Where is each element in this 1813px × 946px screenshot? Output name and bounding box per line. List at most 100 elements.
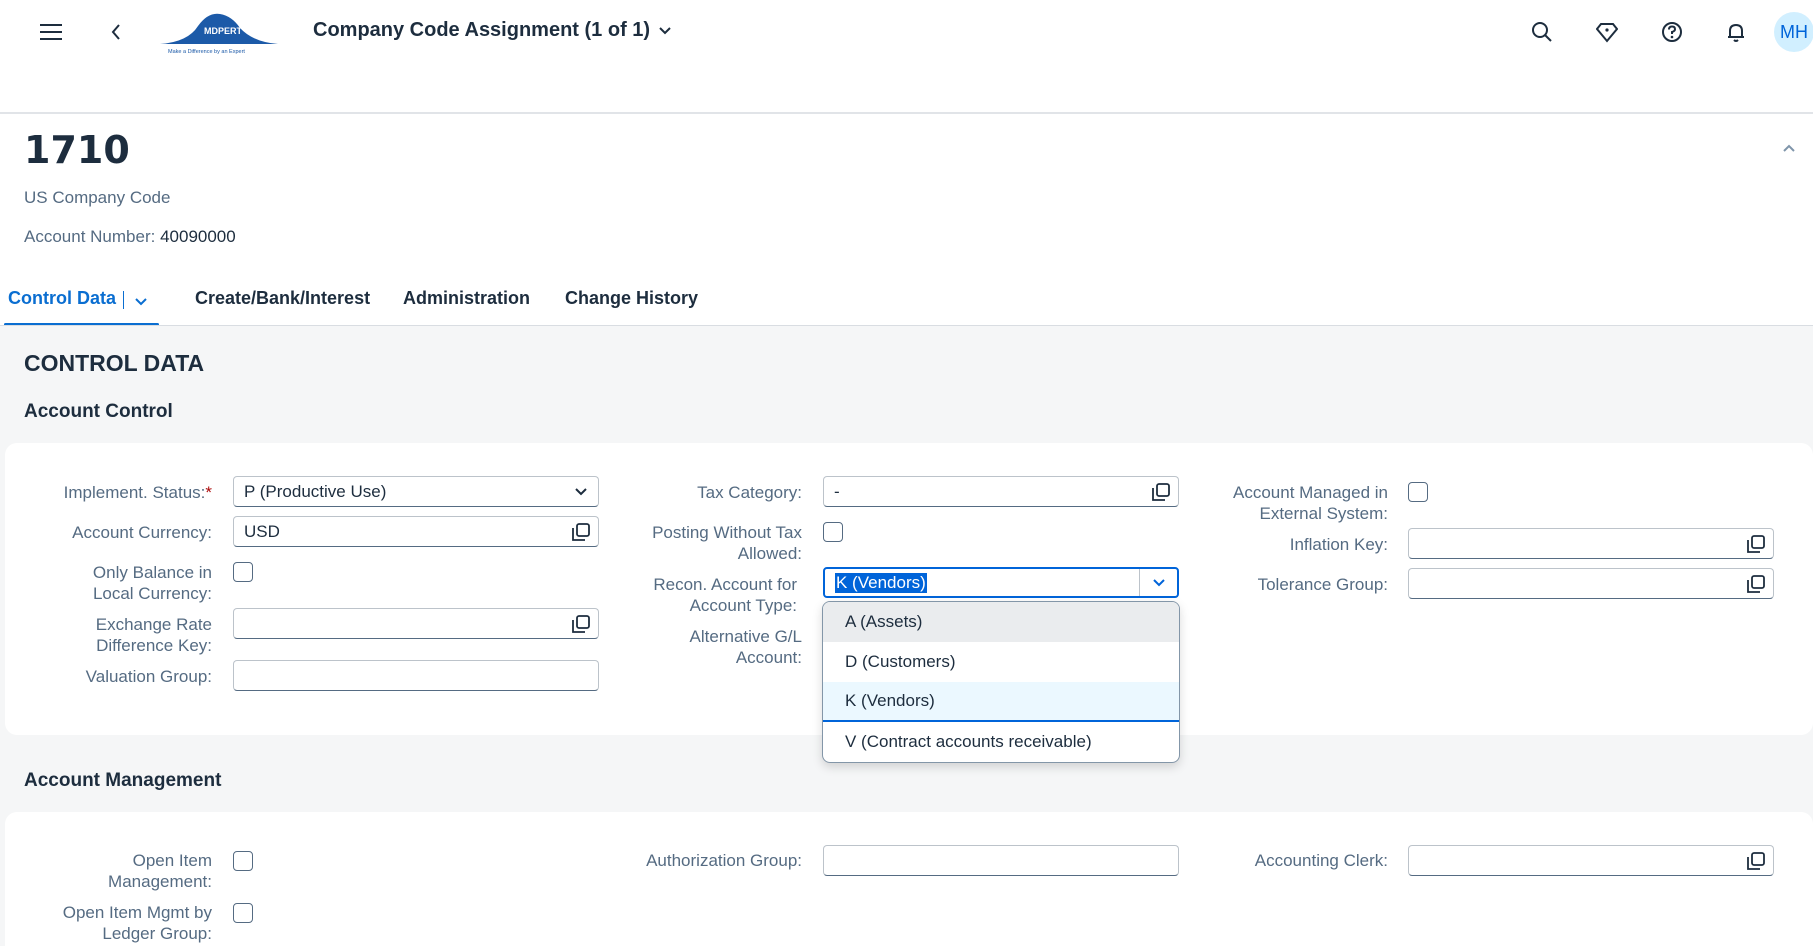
account-number-label: Account Number: [24,227,156,246]
account-management-card [5,812,1813,946]
posting-without-tax-checkbox[interactable] [823,522,843,542]
tax-category-input[interactable]: - [823,476,1179,507]
value-help-icon[interactable] [1745,850,1767,872]
tab-divider [123,291,124,309]
value-help-icon[interactable] [1745,573,1767,595]
account-management-title: Account Management [24,770,222,791]
value-help-icon[interactable] [1745,533,1767,555]
header-divider [0,112,1813,114]
dropdown-option[interactable]: V (Contract accounts receivable) [823,722,1179,762]
chevron-down-icon[interactable] [570,481,592,503]
open-item-checkbox[interactable] [233,851,253,871]
implement-status-label-text: Implement. Status: [63,483,206,502]
value-help-icon[interactable] [570,521,592,543]
alternative-gl-label: Alternative G/L Account: [690,626,802,668]
implement-status-select[interactable]: P (Productive Use) [233,476,599,507]
tab-label: Administration [403,288,531,308]
implement-status-value: P (Productive Use) [244,481,387,501]
label-line: External System: [1259,504,1389,523]
label-line: Management: [108,872,212,891]
label-line: Local Currency: [92,584,212,603]
diamond-icon[interactable] [1591,16,1623,48]
shell-bar: MDPERT Make a Difference by an Expert Co… [0,0,1813,64]
open-item-label: Open Item Management: [108,850,212,892]
authorization-group-label: Authorization Group: [646,851,802,870]
label-line: Posting Without Tax [652,523,802,542]
label-line: Difference Key: [96,636,212,655]
open-item-ledger-label: Open Item Mgmt by Ledger Group: [63,902,212,944]
only-balance-checkbox[interactable] [233,562,253,582]
open-item-ledger-checkbox[interactable] [233,903,253,923]
collapse-header-icon[interactable] [1782,140,1796,158]
tax-category-label: Tax Category: [697,483,802,502]
valuation-group-input[interactable] [233,660,599,691]
posting-without-tax-label: Posting Without Tax Allowed: [652,522,802,564]
tab-bar: Control Data Create/Bank/Interest Admini… [0,280,1813,326]
tabs-divider [0,325,1813,326]
account-number-value: 40090000 [160,227,236,246]
app-title[interactable]: Company Code Assignment (1 of 1) [313,19,672,42]
tax-category-value: - [834,481,840,501]
option-label: A (Assets) [845,612,923,631]
option-label: K (Vendors) [845,691,935,710]
tab-control-data[interactable]: Control Data [8,288,116,309]
account-control-title: Account Control [24,401,173,422]
value-help-icon[interactable] [1150,481,1172,503]
tab-administration[interactable]: Administration [403,288,530,309]
account-currency-input[interactable]: USD [233,516,599,547]
option-label: D (Customers) [845,652,956,671]
accounting-clerk-label: Accounting Clerk: [1254,851,1388,870]
inflation-key-label: Inflation Key: [1289,535,1388,554]
authorization-group-input[interactable] [823,845,1179,876]
recon-account-value: K (Vendors) [835,572,927,593]
recon-account-label: Recon. Account for Account Type: [653,574,797,616]
label-line: Recon. Account for [653,575,797,594]
option-label: V (Contract accounts receivable) [845,732,1092,751]
exchange-rate-label: Exchange Rate Difference Key: [96,614,212,656]
valuation-group-label: Valuation Group: [85,667,212,686]
label-line: Exchange Rate [95,615,212,634]
help-icon[interactable] [1656,16,1688,48]
dropdown-option[interactable]: D (Customers) [823,642,1179,682]
user-avatar[interactable]: MH [1774,12,1813,52]
dropdown-option[interactable]: A (Assets) [823,602,1179,642]
inflation-key-input[interactable] [1408,528,1774,559]
label-line: Alternative G/L [689,627,802,646]
company-logo[interactable]: MDPERT Make a Difference by an Expert [158,12,280,55]
app-title-text: Company Code Assignment (1 of 1) [313,19,651,41]
avatar-initials: MH [1780,21,1808,42]
search-icon[interactable] [1526,16,1558,48]
implement-status-label: Implement. Status:* [64,482,212,503]
account-currency-label: Account Currency: [72,523,212,542]
tolerance-group-label: Tolerance Group: [1257,575,1388,594]
required-marker: * [205,483,212,502]
page-subtitle: US Company Code [24,188,171,207]
recon-account-dropdown-list: A (Assets) D (Customers) K (Vendors) V (… [822,601,1180,763]
label-line: Open Item Mgmt by [62,903,212,922]
chevron-down-icon[interactable] [1139,569,1177,596]
label-line: Account Managed in [1233,483,1388,502]
value-help-icon[interactable] [570,613,592,635]
only-balance-label: Only Balance in Local Currency: [93,562,212,604]
svg-text:Make a Difference by an Expert: Make a Difference by an Expert [168,49,245,54]
menu-icon[interactable] [35,16,67,48]
chevron-down-icon [659,26,671,34]
account-number-attribute: Account Number: 40090000 [24,227,236,247]
section-title: CONTROL DATA [24,350,205,376]
label-line: Open Item [132,851,212,870]
account-managed-checkbox[interactable] [1408,482,1428,502]
svg-text:MDPERT: MDPERT [204,26,243,36]
dropdown-option-selected[interactable]: K (Vendors) [823,682,1179,722]
accounting-clerk-input[interactable] [1408,845,1774,876]
tab-change-history[interactable]: Change History [565,288,698,309]
back-icon[interactable] [100,16,132,48]
exchange-rate-input[interactable] [233,608,599,639]
tab-label: Change History [565,288,699,308]
bell-icon[interactable] [1720,16,1752,48]
tab-label: Control Data [8,288,116,308]
tab-menu-chevron-icon[interactable] [134,294,148,312]
recon-account-select[interactable]: K (Vendors) [823,567,1179,598]
tab-create-bank-interest[interactable]: Create/Bank/Interest [195,288,370,309]
account-managed-label: Account Managed in External System: [1233,482,1388,524]
tolerance-group-input[interactable] [1408,568,1774,599]
